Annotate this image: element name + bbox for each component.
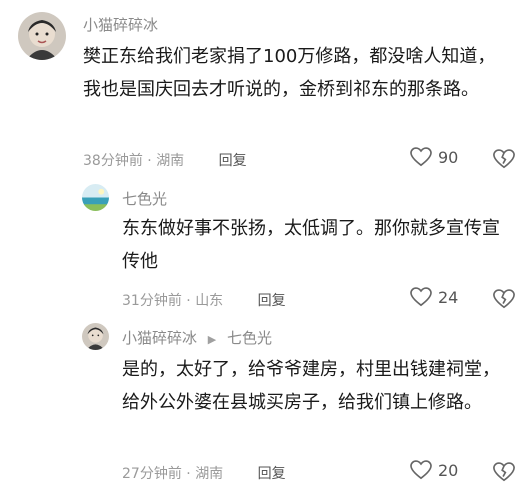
- like-count: 90: [438, 147, 459, 167]
- like-button[interactable]: 90: [410, 147, 458, 167]
- broken-heart-icon: [493, 462, 515, 482]
- heart-outline-icon: [410, 460, 432, 480]
- comment-time: 38分钟前: [83, 153, 143, 169]
- like-count: 20: [438, 460, 459, 480]
- comment-text: 东东做好事不张扬，太低调了。那你就多宣传宣传他: [122, 218, 500, 272]
- comment-time: 31分钟前: [122, 293, 182, 309]
- broken-heart-icon: [493, 289, 515, 309]
- author-name[interactable]: 小猫碎碎冰: [83, 16, 158, 34]
- like-button[interactable]: 24: [410, 287, 458, 307]
- broken-heart-icon: [493, 149, 515, 169]
- comment-time: 27分钟前: [122, 466, 182, 482]
- reply-button[interactable]: 回复: [219, 153, 247, 169]
- comment-author[interactable]: 小猫碎碎冰 ▶ 七色光: [122, 327, 272, 348]
- dislike-button[interactable]: [493, 288, 515, 310]
- comment-location: 湖南: [195, 466, 224, 482]
- comment-meta: 38分钟前 · 湖南 回复: [83, 150, 247, 170]
- avatar-image: [82, 323, 109, 350]
- avatar[interactable]: [18, 12, 66, 60]
- dislike-button[interactable]: [493, 148, 515, 170]
- avatar-image: [18, 12, 66, 60]
- meta-separator: ·: [186, 466, 191, 482]
- avatar[interactable]: [82, 184, 109, 211]
- like-button[interactable]: 20: [410, 460, 458, 480]
- comment-meta: 27分钟前 · 湖南 回复: [122, 463, 286, 483]
- meta-separator: ·: [186, 293, 191, 309]
- comment-text: 樊正东给我们老家捐了100万修路，都没啥人知道，我也是国庆回去才听说的，金桥到祁…: [83, 46, 496, 100]
- heart-outline-icon: [410, 147, 432, 167]
- comment-location: 湖南: [156, 153, 185, 169]
- author-name[interactable]: 小猫碎碎冰: [122, 329, 197, 347]
- comment-text: 是的，太好了，给爷爷建房，村里出钱建祠堂，给外公外婆在县城买房子，给我们镇上修路…: [122, 359, 500, 413]
- reply-button[interactable]: 回复: [258, 293, 286, 309]
- heart-outline-icon: [410, 287, 432, 307]
- comment-location: 山东: [195, 293, 224, 309]
- reply-to-name[interactable]: 七色光: [227, 329, 272, 347]
- reply-arrow-icon: ▶: [207, 333, 217, 346]
- author-name[interactable]: 七色光: [122, 190, 167, 208]
- meta-separator: ·: [147, 153, 152, 169]
- comment-meta: 31分钟前 · 山东 回复: [122, 290, 286, 310]
- reply-button[interactable]: 回复: [258, 466, 286, 482]
- like-count: 24: [438, 287, 459, 307]
- avatar-image: [82, 184, 109, 211]
- comment-author[interactable]: 小猫碎碎冰: [83, 14, 158, 35]
- dislike-button[interactable]: [493, 461, 515, 483]
- avatar[interactable]: [82, 323, 109, 350]
- comment-author[interactable]: 七色光: [122, 188, 167, 209]
